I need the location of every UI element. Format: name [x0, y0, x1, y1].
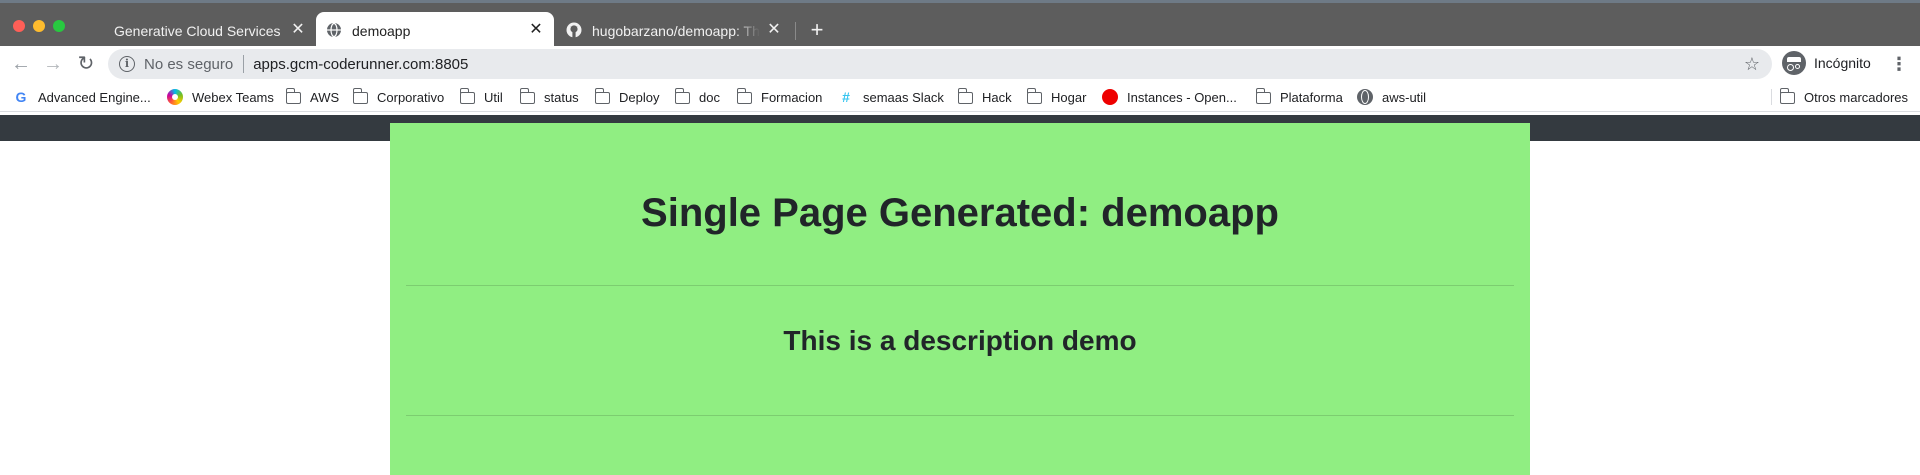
bookmark-folder-hogar[interactable]: Hogar	[1026, 87, 1087, 107]
close-icon[interactable]: ✕	[528, 22, 544, 38]
bookmark-advanced-engine[interactable]: G Advanced Engine...	[13, 87, 151, 107]
address-bar[interactable]: i No es seguro apps.gcm-coderunner.com:8…	[108, 49, 1772, 79]
bookmark-label: Util	[484, 89, 503, 105]
bookmark-label: Otros marcadores	[1804, 89, 1909, 105]
folder-icon	[352, 88, 368, 104]
bookmark-label: Corporativo	[377, 89, 445, 105]
page-description: This is a description demo	[783, 325, 1137, 356]
star-icon[interactable]: ☆	[1744, 53, 1760, 75]
browser-toolbar: ← → ↻ i No es seguro apps.gcm-coderunner…	[0, 46, 1920, 82]
globe-icon	[1357, 89, 1373, 105]
divider	[406, 285, 1514, 286]
tab-title: demoapp	[352, 22, 411, 39]
security-status[interactable]: No es seguro	[144, 56, 233, 73]
forward-arrow-icon[interactable]: →	[41, 52, 65, 76]
back-arrow-icon[interactable]: ←	[9, 52, 33, 76]
folder-icon	[594, 88, 610, 104]
window-minimize-button[interactable]	[33, 20, 45, 32]
folder-icon	[519, 88, 535, 104]
address-separator	[243, 55, 245, 73]
redhat-icon	[1102, 89, 1118, 105]
bookmark-label: AWS	[310, 89, 340, 105]
tab-demoapp[interactable]: demoapp ✕	[316, 12, 554, 49]
folder-icon	[1779, 88, 1795, 104]
bookmark-folder-hack[interactable]: Hack	[957, 87, 1012, 107]
reload-icon[interactable]: ↻	[74, 52, 98, 76]
bookmark-other-bookmarks[interactable]: Otros marcadores	[1779, 87, 1909, 107]
folder-icon	[285, 88, 301, 104]
folder-icon	[1255, 88, 1271, 104]
tab-github-demoapp[interactable]: hugobarzano/demoapp: This is ✕	[556, 12, 792, 49]
bookmark-folder-corporativo[interactable]: Corporativo	[352, 87, 445, 107]
bookmark-semaas-slack[interactable]: # semaas Slack	[838, 87, 944, 107]
bookmark-label: Webex Teams	[192, 89, 274, 105]
folder-icon	[1026, 88, 1042, 104]
divider	[406, 415, 1514, 416]
bookmark-label: Hack	[982, 89, 1012, 105]
google-icon: G	[15, 89, 27, 105]
incognito-icon	[1782, 51, 1806, 75]
globe-icon	[327, 22, 341, 38]
folder-icon	[674, 88, 690, 104]
bookmark-label: Plataforma	[1280, 89, 1343, 105]
close-icon[interactable]: ✕	[766, 22, 782, 38]
folder-icon	[459, 88, 475, 104]
bookmark-folder-status[interactable]: status	[519, 87, 579, 107]
window-maximize-button[interactable]	[53, 20, 65, 32]
window-close-button[interactable]	[13, 20, 25, 32]
folder-icon	[736, 88, 752, 104]
menu-dots-icon[interactable]: ⋮	[1890, 53, 1908, 75]
bookmark-instances-openstack[interactable]: Instances - Open...	[1102, 87, 1237, 107]
tab-title: Generative Cloud Services	[114, 22, 281, 39]
bookmark-label: Formacion	[761, 89, 823, 105]
bookmark-folder-doc[interactable]: doc	[674, 87, 720, 107]
bookmarks-bar: G Advanced Engine... Webex Teams AWS Cor…	[0, 82, 1920, 112]
folder-icon	[957, 88, 973, 104]
bookmark-label: status	[544, 89, 579, 105]
close-icon[interactable]: ✕	[290, 22, 306, 38]
github-icon	[566, 22, 582, 38]
incognito-profile-button[interactable]: Incógnito	[1782, 51, 1871, 75]
bookmark-label: aws-util	[1382, 89, 1427, 105]
bookmarks-separator	[1771, 89, 1772, 105]
bookmark-folder-util[interactable]: Util	[459, 87, 503, 107]
bookmark-folder-deploy[interactable]: Deploy	[594, 87, 660, 107]
tab-strip: Generative Cloud Services ✕ demoapp ✕ hu…	[0, 0, 1920, 49]
plus-icon[interactable]: +	[806, 19, 828, 41]
profile-label: Incógnito	[1814, 55, 1871, 71]
tab-separator	[795, 22, 796, 40]
bookmark-folder-aws[interactable]: AWS	[285, 87, 340, 107]
bookmark-label: Hogar	[1051, 89, 1087, 105]
bookmark-label: Advanced Engine...	[38, 89, 151, 105]
tab-generative-cloud-services[interactable]: Generative Cloud Services ✕	[80, 12, 316, 49]
slack-icon: #	[842, 89, 850, 105]
bookmark-label: semaas Slack	[863, 89, 944, 105]
page-title: Single Page Generated: demoapp	[641, 191, 1279, 235]
webex-icon	[167, 89, 183, 105]
bookmark-label: Instances - Open...	[1127, 89, 1237, 105]
bookmark-label: Deploy	[619, 89, 660, 105]
bookmark-label: doc	[699, 89, 720, 105]
tab-title: hugobarzano/demoapp: This is	[592, 22, 760, 39]
bookmark-aws-util[interactable]: aws-util	[1357, 87, 1426, 107]
bookmark-folder-formacion[interactable]: Formacion	[736, 87, 823, 107]
url-text[interactable]: apps.gcm-coderunner.com:8805	[253, 56, 468, 73]
info-icon[interactable]: i	[119, 56, 135, 72]
bookmark-folder-plataforma[interactable]: Plataforma	[1255, 87, 1343, 107]
bookmark-webex-teams[interactable]: Webex Teams	[167, 87, 274, 107]
content-card: Single Page Generated: demoapp This is a…	[390, 123, 1530, 475]
